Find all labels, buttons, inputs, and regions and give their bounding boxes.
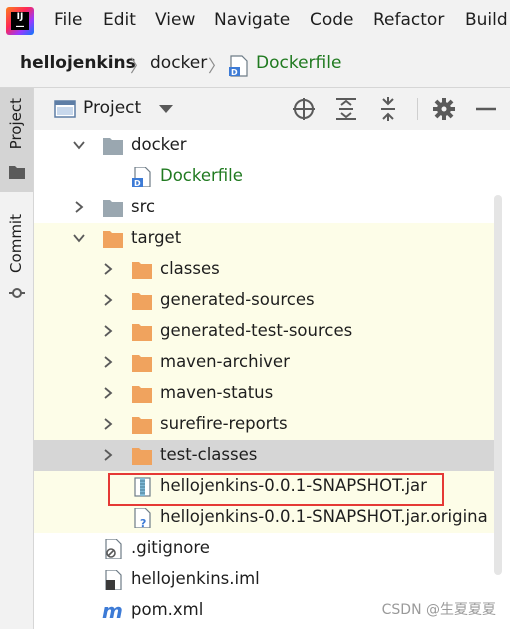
tree-item-label: maven-archiver [160, 352, 290, 371]
tree-item-src[interactable]: src [34, 192, 496, 223]
project-tool-tab[interactable]: Project [0, 88, 33, 192]
chevron-right-icon[interactable] [101, 293, 115, 307]
hide-panel-icon[interactable] [473, 96, 499, 122]
tree-item-generated-sources[interactable]: generated-sources [34, 285, 496, 316]
folder-icon [132, 417, 152, 434]
collapse-all-icon[interactable] [375, 96, 401, 122]
tree-item-label: classes [160, 259, 220, 278]
chevron-right-icon[interactable] [101, 417, 115, 431]
folder-icon [132, 262, 152, 279]
chevron-right-icon[interactable] [101, 448, 115, 462]
chevron-down-icon[interactable] [72, 138, 86, 152]
tree-item-surefire-reports[interactable]: surefire-reports [34, 409, 496, 440]
menu-edit[interactable]: Edit [103, 10, 136, 30]
breadcrumb-separator: 〉 [130, 57, 147, 77]
tree-item-iml[interactable]: hellojenkins.iml [34, 564, 496, 595]
gear-icon[interactable] [431, 96, 457, 122]
menu-bar: IJ — File Edit View Navigate Code Refacto… [0, 0, 510, 42]
docker-file-icon: D [229, 55, 248, 77]
tree-item-docker[interactable]: docker [34, 130, 496, 161]
commit-icon [9, 288, 25, 298]
project-tab-label: Project [7, 98, 25, 150]
folder-icon [132, 355, 152, 372]
menu-build[interactable]: Build [465, 10, 508, 30]
menu-code[interactable]: Code [310, 10, 354, 30]
gitignore-file-icon [105, 539, 122, 559]
tree-item-maven-status[interactable]: maven-status [34, 378, 496, 409]
project-panel: Project docker D Dockerfile src target c… [34, 88, 510, 629]
chevron-right-icon[interactable] [101, 262, 115, 276]
chevron-right-icon[interactable] [101, 324, 115, 338]
breadcrumb-folder[interactable]: docker [150, 53, 207, 73]
locate-file-icon[interactable] [291, 96, 317, 122]
folder-icon [132, 293, 152, 310]
divider [417, 98, 418, 120]
scrollbar[interactable] [494, 195, 502, 575]
svg-text:?: ? [140, 517, 146, 528]
watermark: CSDN @生夏夏夏 [381, 602, 496, 618]
folder-icon [103, 231, 123, 248]
tree-item-maven-archiver[interactable]: maven-archiver [34, 347, 496, 378]
iml-file-icon [105, 570, 122, 590]
folder-icon [132, 324, 152, 341]
menu-navigate[interactable]: Navigate [214, 10, 290, 30]
intellij-logo-icon[interactable]: IJ — [6, 7, 34, 35]
chevron-down-icon[interactable] [159, 105, 173, 114]
tree-item-label: generated-test-sources [160, 321, 353, 340]
tree-item-generated-test-sources[interactable]: generated-test-sources [34, 316, 496, 347]
unknown-file-icon: ? [134, 508, 151, 528]
tree-item-gitignore[interactable]: .gitignore [34, 533, 496, 564]
svg-text:D: D [134, 179, 141, 187]
folder-icon [132, 386, 152, 403]
tree-item-label: pom.xml [131, 600, 204, 619]
chevron-right-icon[interactable] [72, 200, 86, 214]
tree-item-label: maven-status [160, 383, 274, 402]
commit-tab-label: Commit [7, 214, 25, 273]
tree-item-test-classes[interactable]: test-classes [34, 440, 496, 471]
chevron-down-icon[interactable] [72, 231, 86, 245]
commit-tool-tab[interactable]: Commit [0, 206, 33, 306]
docker-file-icon: D [132, 167, 151, 187]
project-panel-header: Project [34, 88, 510, 130]
tree-item-label: hellojenkins-0.0.1-SNAPSHOT.jar.origina [160, 507, 488, 526]
tree-item-label: generated-sources [160, 290, 315, 309]
chevron-right-icon[interactable] [101, 355, 115, 369]
tree-item-target[interactable]: target [34, 223, 496, 254]
tool-window-strip: Project Commit [0, 88, 34, 629]
tree-item-label: Dockerfile [160, 166, 243, 185]
folder-icon [9, 166, 25, 179]
tree-item-label: target [131, 228, 182, 247]
highlight-annotation [108, 473, 444, 506]
svg-text:D: D [231, 68, 238, 77]
expand-all-icon[interactable] [333, 96, 359, 122]
maven-icon: m [102, 601, 123, 621]
svg-text:m: m [102, 601, 123, 621]
tree-item-label: docker [131, 135, 187, 154]
tree-item-snapshot-jar-original[interactable]: ? hellojenkins-0.0.1-SNAPSHOT.jar.origin… [34, 502, 496, 533]
menu-refactor[interactable]: Refactor [373, 10, 444, 30]
menu-file[interactable]: File [54, 10, 82, 30]
tree-item-label: hellojenkins.iml [131, 569, 260, 588]
menu-view[interactable]: View [155, 10, 195, 30]
chevron-right-icon[interactable] [101, 386, 115, 400]
tree-item-label: .gitignore [131, 538, 210, 557]
project-view-icon [54, 100, 76, 118]
tree-item-label: test-classes [160, 445, 258, 464]
breadcrumb-project[interactable]: hellojenkins [20, 53, 136, 73]
project-view-selector[interactable]: Project [83, 98, 141, 118]
breadcrumb-file[interactable]: Dockerfile [256, 53, 341, 73]
tree-item-label: src [131, 197, 156, 216]
folder-icon [103, 200, 123, 217]
breadcrumb-separator: 〉 [208, 57, 225, 77]
tree-item-label: surefire-reports [160, 414, 288, 433]
breadcrumb: hellojenkins 〉 docker 〉 D Dockerfile [0, 42, 510, 88]
folder-icon [103, 138, 123, 155]
folder-icon [132, 448, 152, 465]
tree-item-classes[interactable]: classes [34, 254, 496, 285]
tree-item-dockerfile[interactable]: D Dockerfile [34, 161, 496, 192]
